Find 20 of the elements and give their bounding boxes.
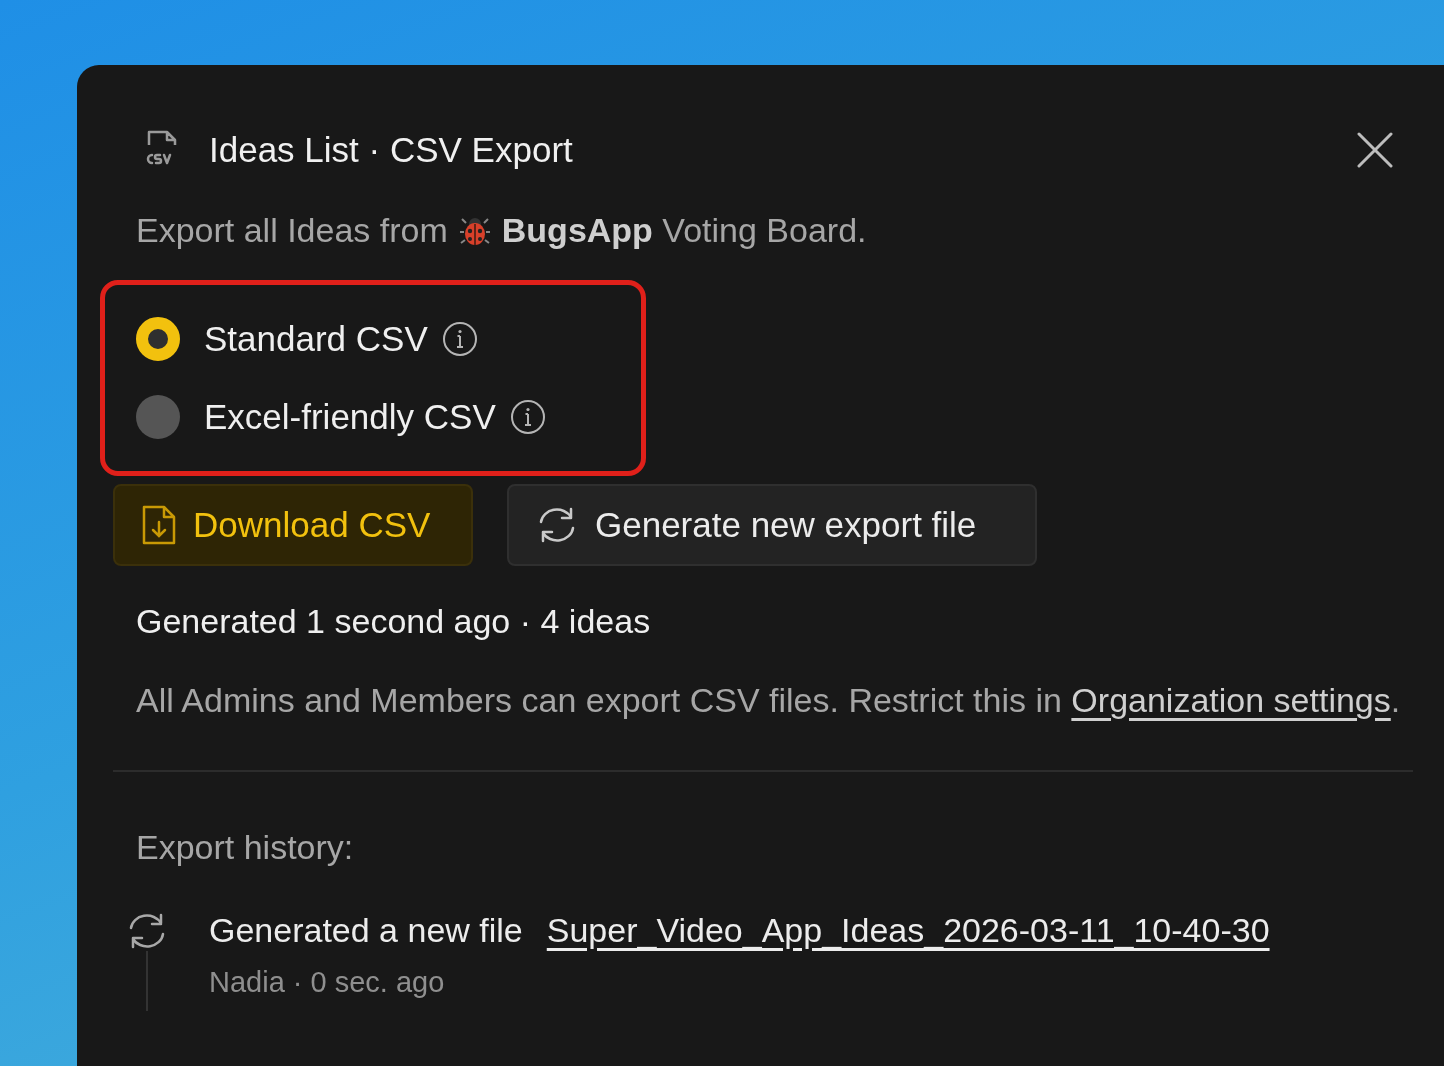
generate-button[interactable]: Generate new export file — [507, 484, 1037, 566]
radio-button[interactable] — [136, 395, 180, 439]
history-heading: Export history: — [136, 828, 355, 867]
subtitle-text: Export all Ideas from — [136, 211, 448, 250]
info-icon[interactable] — [509, 399, 546, 435]
history-action: Generated a new file — [209, 911, 523, 950]
close-icon[interactable] — [1357, 132, 1393, 168]
subtitle-board-text: BugsApp Voting Board. — [501, 211, 867, 250]
format-label[interactable]: Standard CSV — [204, 319, 428, 359]
status-text: Generated 1 second ago · 4 ideas — [136, 602, 652, 641]
file-link[interactable]: Super_Video_App_Ideas_2026-03-11_10-40-30 — [546, 911, 1270, 950]
file-download-icon — [141, 504, 177, 546]
format-label[interactable]: Excel-friendly CSV — [204, 397, 496, 437]
dialog-title: Ideas List · CSV Export — [209, 130, 574, 170]
info-icon[interactable] — [441, 321, 478, 357]
download-button[interactable]: Download CSV — [113, 484, 473, 566]
settings-link[interactable]: Organization settings — [1071, 681, 1391, 719]
history-meta: Nadia · 0 sec. ago — [209, 966, 446, 999]
radio-button[interactable] — [136, 317, 180, 361]
permissions-note: All Admins and Members can export CSV files. Restrict this in Organization settings. — [136, 680, 1402, 721]
